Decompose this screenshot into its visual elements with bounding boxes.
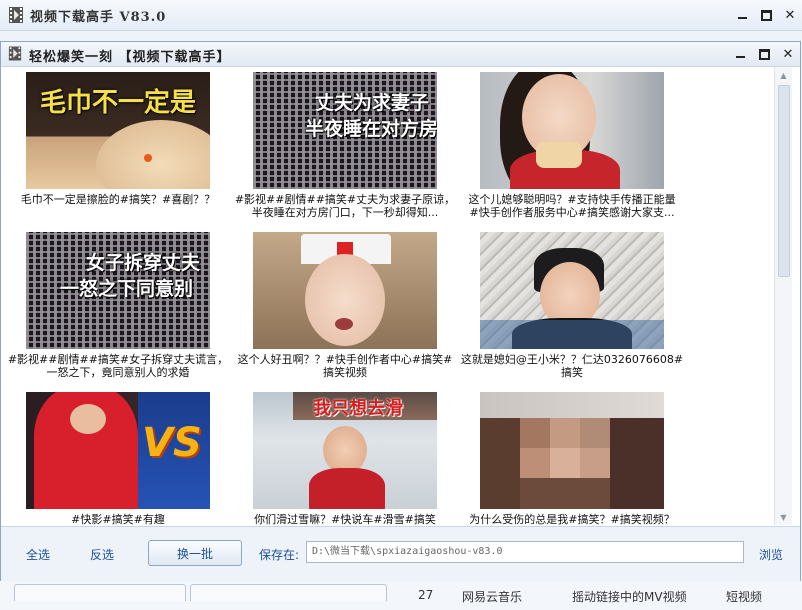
app-title: 视频下载高手 V83.0 — [30, 10, 167, 25]
video-caption: #影视##剧情##搞笑#女子拆穿丈夫谎言， 一怒之下，竟同意别人的求婚 — [5, 353, 231, 379]
minimize-button[interactable] — [730, 0, 754, 30]
main-titlebar: 视频下载高手 V83.0 ✕ — [0, 0, 802, 31]
list-item[interactable]: 27 网易云音乐 摇动链接中的MV视频 短视频 — [396, 588, 802, 610]
video-thumbnail[interactable] — [480, 232, 664, 349]
close-icon: ✕ — [782, 46, 794, 62]
video-thumbnail[interactable]: 我只想去滑 — [253, 392, 437, 509]
video-grid-scrollbar[interactable]: ▲ ▼ — [774, 67, 792, 525]
thumbnail-overlay-text: 半夜睡在对方房 — [305, 118, 437, 140]
caption-line: 一怒之下，竟同意别人的求婚 — [46, 366, 190, 379]
caption-line: #影视##剧情##搞笑#丈夫为求妻子原谅， — [234, 193, 456, 206]
main-panel-tab-1[interactable] — [14, 584, 186, 601]
video-caption: #影视##剧情##搞笑#丈夫为求妻子原谅， 半夜睡在对方房门口，下一秒却得知..… — [232, 193, 458, 219]
select-all-link[interactable]: 全选 — [26, 546, 50, 563]
main-panel-tab-2[interactable] — [190, 584, 387, 601]
maximize-icon — [760, 9, 772, 21]
close-button[interactable]: ✕ — [778, 0, 802, 30]
video-grid: 毛巾不一定是 毛巾不一定是擦脸的#搞笑？#喜剧？？ 丈夫为求妻子 半夜睡在对方房… — [1, 67, 773, 525]
caption-line: 这就是媳妇@王小米？？仁达0326076608# — [460, 353, 684, 366]
maximize-icon — [758, 48, 770, 60]
video-thumbnail[interactable] — [253, 232, 437, 349]
caption-line: 你们滑过雪嘛？#快说车#滑雪#搞笑 — [254, 513, 436, 525]
thumbnail-overlay-text: 毛巾不一定是 — [40, 88, 197, 118]
dialog-toolbar: 全选 反选 换一批 保存在: D:\微当下载\spxiazaigaoshou-v… — [1, 526, 800, 581]
thumbnail-overlay-text: 女子拆穿丈夫 — [86, 252, 201, 274]
film-strip-icon — [8, 46, 22, 61]
close-icon: ✕ — [784, 7, 796, 23]
main-window-controls: ✕ — [730, 0, 802, 30]
video-picker-dialog: 轻松爆笑一刻 【视频下载高手】 ✕ 毛巾不一定是 毛巾不一定是擦脸的#搞笑？#喜… — [0, 41, 801, 581]
row-type: 短视频 — [726, 590, 763, 604]
video-caption: #快影#搞笑#有趣 — [5, 513, 231, 525]
caption-line: 这个儿媳够聪明吗？#支持快手传播正能量 — [468, 193, 676, 206]
video-caption: 为什么受伤的总是我#搞笑？#搞笑视频？ — [459, 513, 685, 525]
row-desc: 摇动链接中的MV视频 — [572, 590, 687, 604]
minimize-icon — [735, 56, 745, 58]
caption-line: 搞笑 — [561, 366, 583, 379]
caption-line: #快手创作者服务中心#搞笑感谢大家支... — [469, 206, 675, 219]
video-thumbnail[interactable] — [480, 72, 664, 189]
caption-line: 为什么受伤的总是我#搞笑？#搞笑视频？ — [469, 513, 675, 525]
caption-line: 毛巾不一定是擦脸的#搞笑？#喜剧？？ — [20, 193, 216, 206]
thumbnail-overlay-text: 一怒之下同意别 — [60, 278, 194, 300]
invert-selection-link[interactable]: 反选 — [90, 546, 114, 563]
maximize-button[interactable] — [754, 0, 778, 30]
caption-line: #快影#搞笑#有趣 — [71, 513, 165, 525]
row-number: 27 — [418, 588, 434, 602]
row-site: 网易云音乐 — [462, 590, 523, 604]
film-strip-icon — [9, 7, 23, 23]
thumbnail-overlay-text: VS — [142, 420, 202, 466]
video-thumbnail[interactable]: 毛巾不一定是 — [26, 72, 210, 189]
video-caption: 这个儿媳够聪明吗？#支持快手传播正能量 #快手创作者服务中心#搞笑感谢大家支..… — [459, 193, 685, 219]
dialog-titlebar[interactable]: 轻松爆笑一刻 【视频下载高手】 ✕ — [1, 42, 800, 67]
caption-line: 半夜睡在对方房门口，下一秒却得知... — [251, 206, 439, 219]
caption-line: 这个人好丑啊？？#快手创作者中心#搞笑# — [237, 353, 453, 366]
video-thumbnail[interactable] — [480, 392, 664, 509]
refresh-batch-button[interactable]: 换一批 — [148, 540, 242, 566]
save-path-field[interactable]: D:\微当下载\spxiazaigaoshou-v83.0 — [306, 541, 744, 563]
dialog-window-controls: ✕ — [728, 42, 800, 66]
dialog-title: 轻松爆笑一刻 【视频下载高手】 — [29, 50, 231, 65]
browse-link[interactable]: 浏览 — [759, 546, 783, 563]
video-caption: 这个人好丑啊？？#快手创作者中心#搞笑# 搞笑视频 — [232, 353, 458, 379]
scroll-thumb[interactable] — [778, 85, 790, 277]
scroll-up-arrow-icon[interactable]: ▲ — [775, 67, 792, 83]
video-thumbnail[interactable]: VS — [26, 392, 210, 509]
video-thumbnail[interactable]: 丈夫为求妻子 半夜睡在对方房 — [253, 72, 437, 189]
thumbnail-overlay-text: 我只想去滑 — [313, 398, 403, 419]
dialog-close-button[interactable]: ✕ — [776, 42, 800, 66]
save-location-label: 保存在: — [259, 548, 300, 562]
dialog-minimize-button[interactable] — [728, 42, 752, 66]
video-thumbnail[interactable]: 女子拆穿丈夫 一怒之下同意别 — [26, 232, 210, 349]
video-caption: 这就是媳妇@王小米？？仁达0326076608# 搞笑 — [459, 353, 685, 379]
scroll-down-arrow-icon[interactable]: ▼ — [775, 509, 792, 525]
dialog-maximize-button[interactable] — [752, 42, 776, 66]
caption-line: 搞笑视频 — [323, 366, 367, 379]
caption-line: #影视##剧情##搞笑#女子拆穿丈夫谎言， — [7, 353, 229, 366]
video-caption: 你们滑过雪嘛？#快说车#滑雪#搞笑 — [232, 513, 458, 525]
video-caption: 毛巾不一定是擦脸的#搞笑？#喜剧？？ — [5, 193, 231, 206]
minimize-icon — [737, 17, 747, 19]
thumbnail-overlay-text: 丈夫为求妻子 — [315, 92, 430, 114]
